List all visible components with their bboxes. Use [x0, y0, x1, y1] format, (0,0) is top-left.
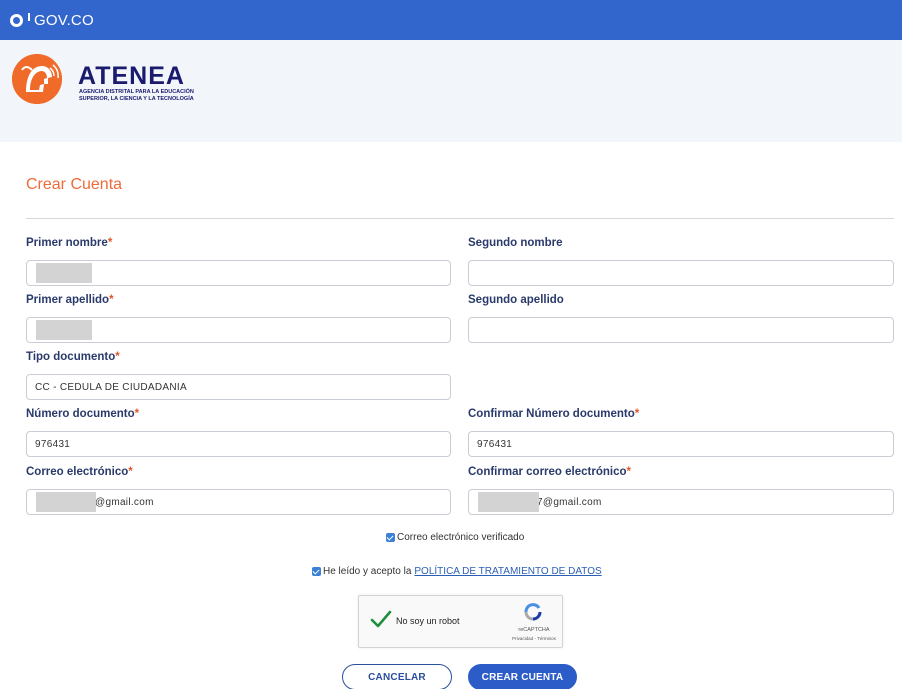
title-divider [26, 218, 894, 219]
brand-subtitle-line2: SUPERIOR, LA CIENCIA Y LA TECNOLOGÍA [79, 96, 194, 102]
gov-logo[interactable]: GOV.CO [10, 12, 94, 29]
correo-input[interactable]: @gmail.com [26, 489, 451, 515]
recaptcha-widget[interactable]: No soy un robot reCAPTCHA Privacidad - T… [358, 595, 563, 648]
politica-row: He leído y acepto la POLÍTICA DE TRATAMI… [312, 566, 602, 577]
create-account-button[interactable]: CREAR CUENTA [468, 664, 577, 689]
confirmar-correo-value: 7@gmail.com [537, 496, 602, 508]
politica-link[interactable]: POLÍTICA DE TRATAMIENTO DE DATOS [414, 566, 601, 577]
page-title: Crear Cuenta [26, 176, 123, 193]
correo-value: @gmail.com [95, 496, 154, 508]
tipo-documento-label: Tipo documento* [26, 351, 120, 363]
brand-subtitle-line1: AGENCIA DISTRITAL PARA LA EDUCACIÓN [79, 89, 194, 95]
recaptcha-brand: reCAPTCHA [518, 627, 550, 633]
correo-verificado-row: Correo electrónico verificado [386, 532, 524, 543]
confirmar-numero-input[interactable]: 976431 [468, 431, 894, 457]
segundo-nombre-label: Segundo nombre [468, 237, 563, 249]
gov-logo-text: GOV.CO [34, 11, 94, 29]
gov-seal-icon [10, 13, 23, 27]
correo-verificado-label: Correo electrónico verificado [397, 532, 525, 543]
redacted-value [36, 263, 92, 283]
primer-apellido-input[interactable] [26, 317, 451, 343]
recaptcha-label: No soy un robot [396, 616, 460, 626]
recaptcha-logo-icon [524, 603, 542, 621]
segundo-apellido-input[interactable] [468, 317, 894, 343]
primer-nombre-label: Primer nombre* [26, 237, 113, 249]
redacted-value [36, 492, 96, 512]
cancel-button[interactable]: CANCELAR [342, 664, 452, 689]
segundo-nombre-input[interactable] [468, 260, 894, 286]
numero-documento-label: Número documento* [26, 408, 140, 420]
correo-label: Correo electrónico* [26, 466, 133, 478]
primer-apellido-label: Primer apellido* [26, 294, 114, 306]
brand-subtitle: AGENCIA DISTRITAL PARA LA EDUCACIÓN SUPE… [79, 89, 219, 103]
redacted-value [478, 492, 539, 512]
primer-nombre-input[interactable] [26, 260, 451, 286]
tipo-documento-select[interactable]: CC - CEDULA DE CIUDADANIA [26, 374, 451, 400]
confirmar-numero-label: Confirmar Número documento* [468, 408, 640, 420]
gov-header-bar: GOV.CO [0, 0, 902, 40]
redacted-value [36, 320, 92, 340]
politica-prefix: He leído y acepto la [323, 566, 412, 577]
brand-header: ATENEA AGENCIA DISTRITAL PARA LA EDUCACI… [0, 40, 902, 142]
brand-name: ATENEA [78, 62, 185, 90]
segundo-apellido-label: Segundo apellido [468, 294, 564, 306]
checkmark-icon[interactable] [370, 610, 392, 628]
correo-verificado-checkbox[interactable] [386, 533, 395, 542]
numero-documento-input[interactable]: 976431 [26, 431, 451, 457]
confirmar-correo-label: Confirmar correo electrónico* [468, 466, 631, 478]
gov-separator [28, 13, 30, 21]
politica-checkbox[interactable] [312, 567, 321, 576]
atenea-helmet-icon [12, 54, 62, 104]
recaptcha-links[interactable]: Privacidad - Términos [499, 636, 569, 641]
confirmar-correo-input[interactable]: 7@gmail.com [468, 489, 894, 515]
